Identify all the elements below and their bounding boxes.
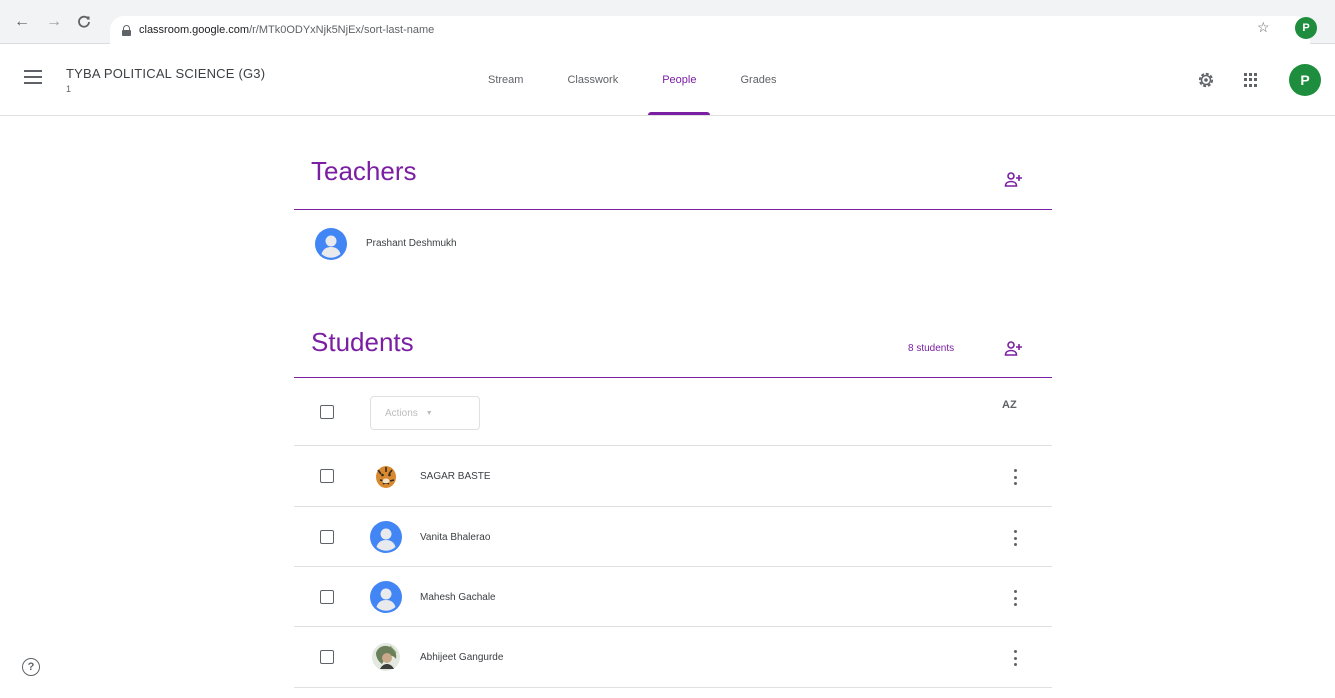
tab-classwork[interactable]: Classwork: [545, 44, 640, 115]
class-tabs: Stream Classwork People Grades: [466, 44, 799, 115]
bookmark-star-icon[interactable]: ☆: [1257, 19, 1270, 36]
browser-profile-avatar[interactable]: P: [1295, 17, 1317, 39]
teachers-heading: Teachers: [311, 156, 417, 186]
student-checkbox[interactable]: [320, 469, 334, 483]
tab-people[interactable]: People: [640, 44, 718, 115]
back-arrow-icon[interactable]: ←: [12, 12, 32, 32]
person-photo-avatar: [370, 641, 402, 673]
student-count: 8 students: [908, 343, 955, 354]
class-title[interactable]: TYBA POLITICAL SCIENCE (G3): [66, 66, 265, 81]
student-checkbox[interactable]: [320, 590, 334, 604]
help-icon[interactable]: ?: [22, 658, 40, 676]
tab-grades[interactable]: Grades: [718, 44, 798, 115]
more-options-icon[interactable]: [1011, 650, 1019, 666]
default-avatar-icon: [315, 228, 347, 260]
tiger-photo-avatar: [370, 460, 402, 492]
sort-az-icon[interactable]: AZ: [1002, 399, 1017, 411]
more-options-icon[interactable]: [1011, 590, 1019, 606]
forward-arrow-icon[interactable]: →: [44, 12, 64, 32]
hamburger-menu-icon[interactable]: [24, 70, 42, 84]
student-checkbox[interactable]: [320, 530, 334, 544]
lock-icon: [122, 24, 131, 36]
row-divider: [294, 626, 1052, 627]
students-divider: [294, 377, 1052, 378]
more-options-icon[interactable]: [1011, 530, 1019, 546]
row-divider: [294, 566, 1052, 567]
teachers-divider: [294, 209, 1052, 210]
students-heading: Students: [311, 327, 414, 357]
address-bar[interactable]: classroom.google.com/r/MTk0ODYxNjk5NjEx/…: [110, 16, 1310, 44]
dropdown-caret-icon: ▼: [425, 409, 433, 417]
select-all-checkbox[interactable]: [320, 405, 334, 419]
teacher-name: Prashant Deshmukh: [366, 238, 457, 249]
row-divider: [294, 687, 1052, 688]
student-checkbox[interactable]: [320, 650, 334, 664]
settings-gear-icon[interactable]: [1196, 70, 1216, 90]
default-avatar-icon: [370, 581, 402, 613]
reload-icon[interactable]: [74, 12, 94, 32]
more-options-icon[interactable]: [1011, 469, 1019, 485]
student-name: Abhijeet Gangurde: [420, 652, 504, 663]
actions-label: Actions: [385, 407, 418, 419]
browser-toolbar: ← → classroom.google.com/r/MTk0ODYxNjk5N…: [0, 0, 1335, 44]
tab-stream[interactable]: Stream: [466, 44, 545, 115]
class-section: 1: [66, 84, 72, 94]
student-name: SAGAR BASTE: [420, 471, 491, 482]
account-avatar[interactable]: P: [1289, 64, 1321, 96]
row-divider: [294, 445, 1052, 446]
student-name: Mahesh Gachale: [420, 592, 496, 603]
default-avatar-icon: [370, 521, 402, 553]
invite-teacher-icon[interactable]: [1004, 170, 1024, 190]
invite-student-icon[interactable]: [1004, 339, 1024, 359]
actions-dropdown[interactable]: Actions ▼: [370, 396, 480, 430]
classroom-header: TYBA POLITICAL SCIENCE (G3) 1 Stream Cla…: [0, 44, 1335, 116]
student-name: Vanita Bhalerao: [420, 532, 491, 543]
url-text: classroom.google.com/r/MTk0ODYxNjk5NjEx/…: [139, 24, 435, 36]
row-divider: [294, 506, 1052, 507]
google-apps-icon[interactable]: [1244, 73, 1258, 87]
